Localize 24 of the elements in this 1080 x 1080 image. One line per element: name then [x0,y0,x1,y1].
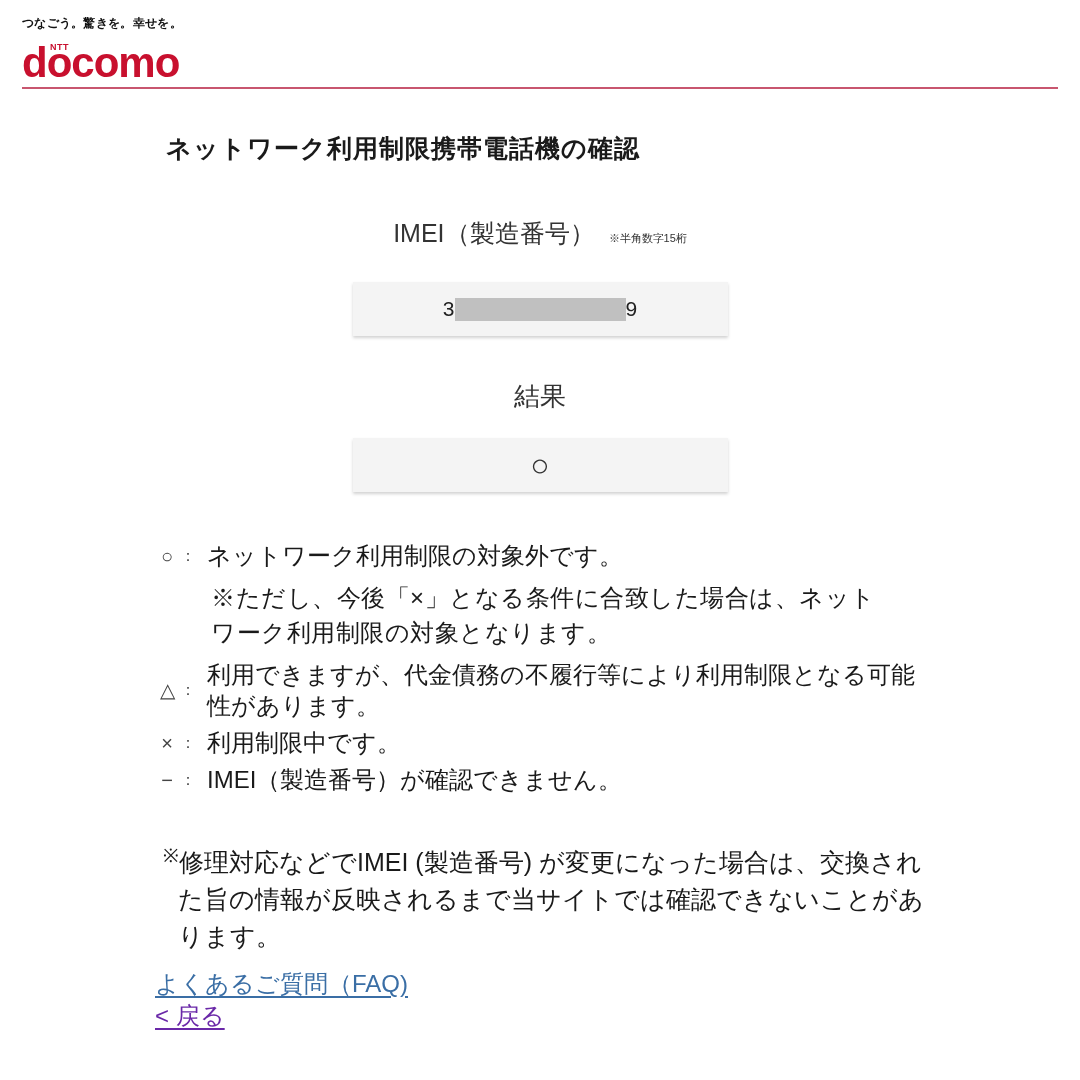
legend-symbol: − [160,767,174,792]
result-mark: ○ [530,448,550,482]
legend-colon: ： [179,545,197,566]
imei-first-digit: 3 [442,296,455,323]
faq-link[interactable]: よくあるご質問（FAQ) [155,968,408,1000]
imei-hint: ※半角数字15桁 [608,231,687,246]
legend-colon: ： [179,680,197,700]
imei-last-digit: 9 [625,296,638,323]
tagline: つなごう。驚きを。幸せを。 [22,15,182,32]
result-label: 結果 [514,380,566,413]
legend-colon: ： [179,732,197,753]
legend-colon: ： [179,769,197,790]
legend-text: ネットワーク利用制限の対象外です。 [207,541,624,571]
legend-text: 利用できますが、代金債務の不履行等により利用制限となる可能性があります。 [207,660,916,721]
legend-text: 利用制限中です。 [207,728,402,758]
page-title: ネットワーク利用制限携帯電話機の確認 [166,133,640,164]
back-link[interactable]: < 戻る [155,1000,225,1032]
imei-label: IMEI（製造番号） [393,218,595,249]
legend-symbol: △ [158,678,176,702]
legend-symbol: ○ [159,543,175,568]
footnote: $^{※}$修理対応などでIMEI (製造番号) が変更になった場合は、交換された旨の情報が反映されるまで当サイトでは確認できないことがあります。 [163,844,925,952]
legend-symbol: × [160,730,174,755]
legend-text: IMEI（製造番号）が確認できません。 [207,765,624,795]
legend-note: ※ただし、今後「×」となる条件に合致した場合は、ネットワーク利用制限の対象となります。 [211,583,877,648]
